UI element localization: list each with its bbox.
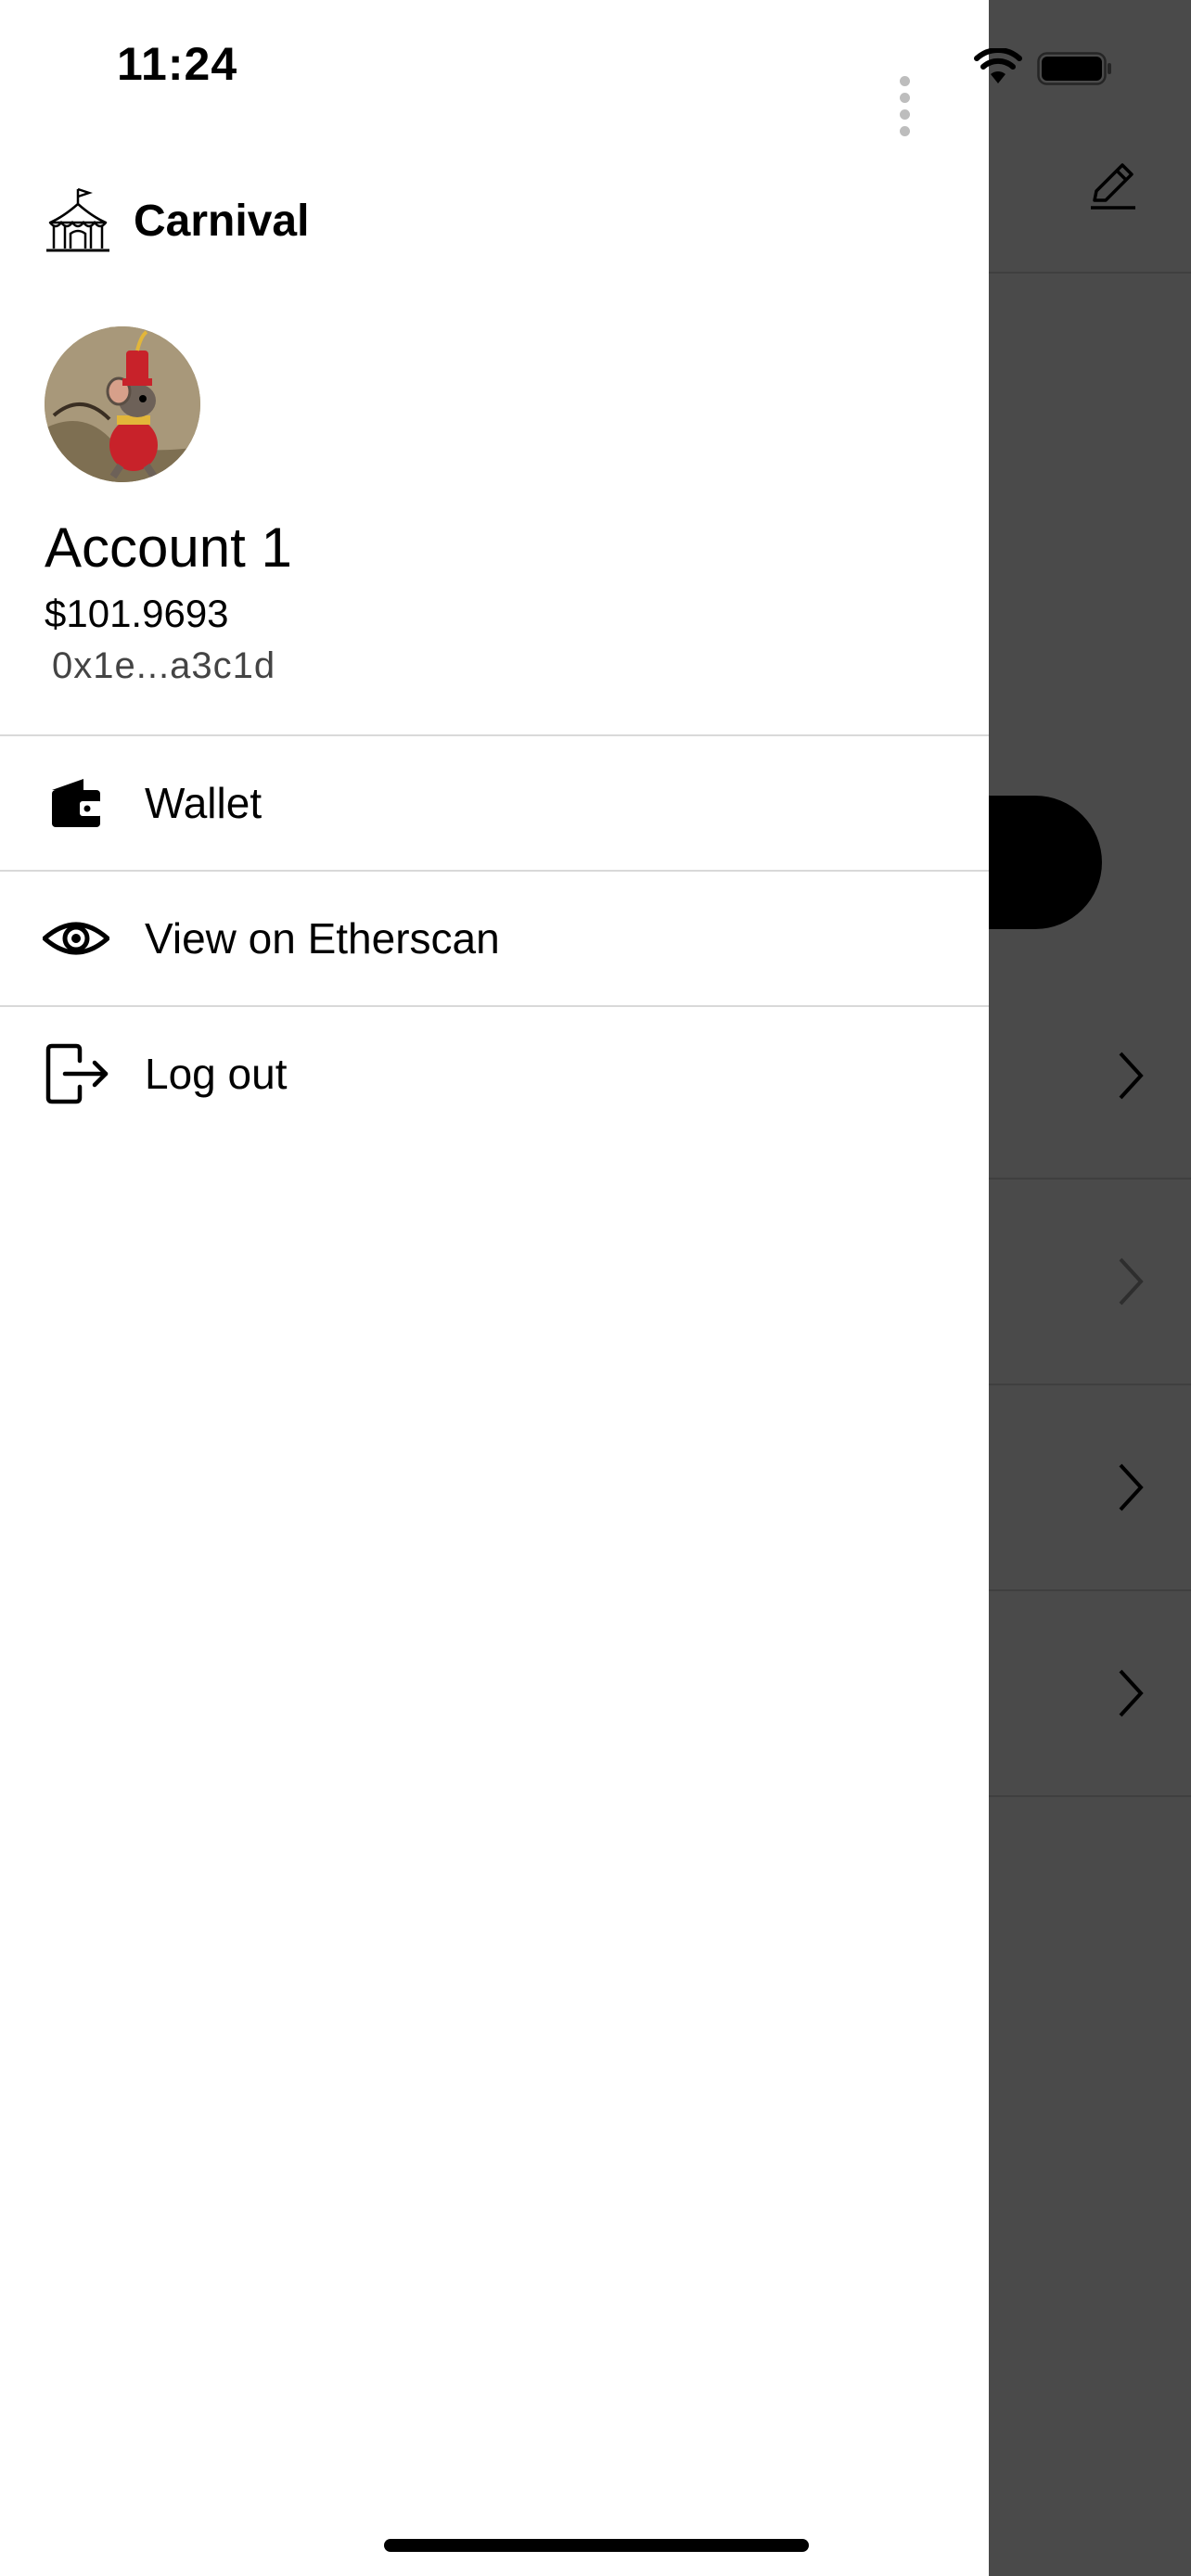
cellular-signal-icon	[900, 74, 914, 141]
chevron-right-icon	[1119, 1669, 1144, 1717]
logout-icon	[45, 1043, 109, 1104]
chevron-right-icon	[1119, 1052, 1144, 1100]
status-bar: 11:24	[0, 0, 989, 130]
menu-item-wallet[interactable]: Wallet	[0, 734, 989, 870]
drawer-menu: Wallet View on Etherscan Log out	[0, 734, 989, 1141]
menu-item-label: Log out	[145, 1050, 288, 1098]
chevron-right-icon	[1119, 1463, 1144, 1511]
status-time: 11:24	[117, 38, 238, 90]
home-indicator[interactable]	[384, 2539, 809, 2552]
wifi-icon	[974, 48, 1022, 83]
chevron-right-icon	[1119, 1257, 1144, 1306]
mouse-avatar	[45, 326, 200, 482]
account-name: Account 1	[45, 516, 292, 579]
menu-item-label: Wallet	[145, 779, 263, 827]
brand-header: Carnival	[43, 185, 309, 256]
menu-item-label: View on Etherscan	[145, 914, 500, 963]
battery-icon	[1037, 52, 1111, 85]
brand-name: Carnival	[134, 196, 310, 246]
account-avatar[interactable]	[45, 326, 200, 482]
edit-icon[interactable]	[1083, 158, 1141, 215]
background-list-row[interactable]	[989, 1591, 1191, 1797]
background-list-row[interactable]	[989, 974, 1191, 1180]
account-address[interactable]: 0x1e...a3c1d	[52, 645, 275, 687]
menu-item-logout[interactable]: Log out	[0, 1005, 989, 1141]
eye-icon	[43, 922, 109, 955]
account-balance: $101.9693	[45, 592, 229, 635]
background-list-row[interactable]	[989, 1180, 1191, 1385]
side-drawer: 11:24 Carnival Account 1 $101.9693 0x1e.…	[0, 0, 1111, 2576]
wallet-icon	[52, 779, 102, 827]
background-list-row[interactable]	[989, 1385, 1191, 1591]
circus-tent-icon	[46, 187, 109, 252]
menu-item-etherscan[interactable]: View on Etherscan	[0, 870, 989, 1005]
